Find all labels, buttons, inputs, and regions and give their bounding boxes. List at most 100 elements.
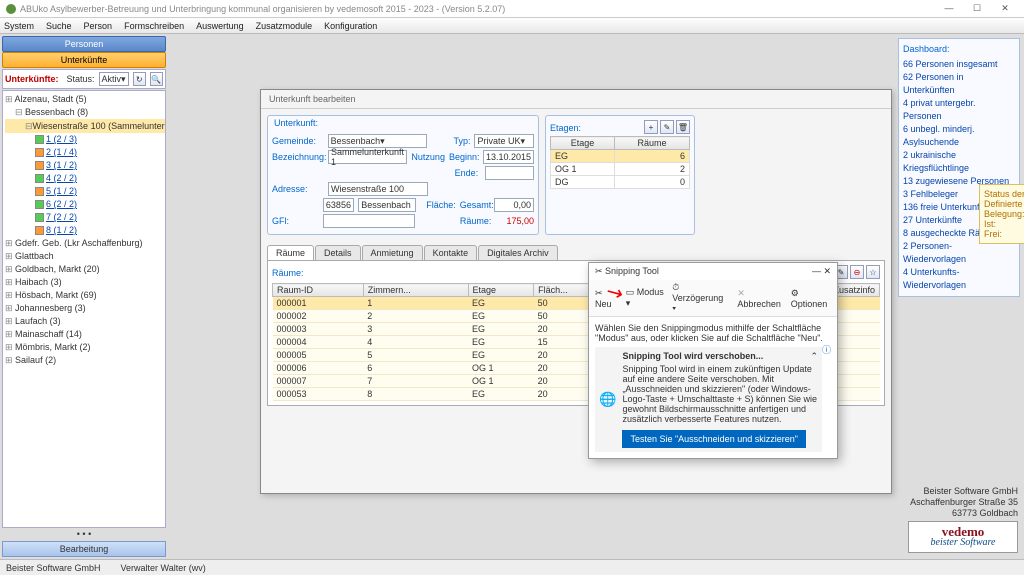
refresh-icon[interactable]: ↻ (133, 72, 146, 86)
menu-system[interactable]: System (4, 21, 34, 31)
tree-node[interactable]: Sailauf (2) (5, 354, 163, 367)
app-icon (6, 4, 16, 14)
menubar: System Suche Person Formschreiben Auswertung… (0, 18, 1024, 34)
search-icon[interactable]: 🔍 (150, 72, 163, 86)
typ-select[interactable]: Private UK ▾ (474, 134, 534, 148)
raeume-value: 175,00 (494, 216, 534, 226)
tabs: RäumeDetailsAnmietungKontakteDigitales A… (267, 245, 885, 261)
snip-info-text: Snipping Tool wird in einem zukünftigen … (622, 364, 818, 424)
snip-optionen[interactable]: ⚙ Optionen (791, 288, 831, 309)
raeume-header: Räume: (272, 268, 304, 278)
filter-row: Unterkünfte: Status: Aktiv ▾ ↻ 🔍 (2, 69, 166, 89)
dialog-title: Unterkunft bearbeiten (261, 90, 891, 109)
tree-node[interactable]: Mainaschaff (14) (5, 328, 163, 341)
vendor-logo: vedemobeister Software (908, 521, 1018, 553)
menu-formschreiben[interactable]: Formschreiben (124, 21, 184, 31)
tree-node[interactable]: 1 (2 / 3) (5, 133, 163, 146)
snip-try-button[interactable]: Testen Sie "Ausschneiden und skizzieren" (622, 430, 805, 448)
etage-delete-icon[interactable]: 🗑 (676, 120, 690, 134)
tab-kontakte[interactable]: Kontakte (424, 245, 478, 260)
menu-auswertung[interactable]: Auswertung (196, 21, 244, 31)
snip-verz[interactable]: ⏱ Verzögerung ▾ (672, 282, 729, 314)
etage-add-icon[interactable]: + (644, 120, 658, 134)
tree-node[interactable]: 8 (1 / 2) (5, 224, 163, 237)
tree-node[interactable]: Johannesberg (3) (5, 302, 163, 315)
status-user: Verwalter Walter (wv) (121, 563, 206, 573)
filter-label: Unterkünfte: (5, 74, 59, 84)
plz-input[interactable]: 63856 (323, 198, 354, 212)
maximize-button[interactable]: ☐ (964, 3, 990, 14)
etagen-header: Etagen: (550, 123, 581, 133)
gesamt-input[interactable]: 0,00 (494, 198, 534, 212)
titlebar: ABUko Asylbewerber-Betreuung und Unterbr… (0, 0, 1024, 18)
bearbeitung-button[interactable]: Bearbeitung (2, 541, 166, 557)
dashboard-header: Dashboard: (903, 43, 1015, 56)
panel-unterkuenfte[interactable]: Unterkünfte (2, 52, 166, 68)
dashboard: Dashboard: 66 Personen insgesamt62 Perso… (898, 38, 1020, 297)
raum-delete-icon[interactable]: ⊖ (850, 265, 864, 279)
tree-node[interactable]: 3 (1 / 2) (5, 159, 163, 172)
tree-node[interactable]: Bessenbach (8) (5, 106, 163, 119)
status-box: Status der Unterkunft: Definierte Räume:… (979, 184, 1024, 244)
globe-icon: 🌐 (599, 391, 616, 408)
snip-min[interactable]: — (812, 266, 821, 276)
group-etagen: Etagen: +✎🗑 EtageRäumeEG6OG 12DG0 (545, 115, 695, 235)
snip-modus[interactable]: ▭ Modus ▾ (626, 287, 665, 309)
tree-node[interactable]: Wiesenstraße 100 (Sammelunterkunft 1)... (5, 119, 166, 133)
tree-node[interactable]: Glattbach (5, 250, 163, 263)
beginn-input[interactable]: 13.10.2015 (483, 150, 534, 164)
tree[interactable]: Alzenau, Stadt (5)Bessenbach (8)Wiesenst… (2, 90, 166, 528)
gemeinde-select[interactable]: Bessenbach ▾ (328, 134, 427, 148)
status-label: Status: (67, 74, 95, 84)
dashboard-item[interactable]: 4 privat untergebr. Personen (903, 97, 1015, 123)
menu-suche[interactable]: Suche (46, 21, 72, 31)
dashboard-item[interactable]: 62 Personen in Unterkünften (903, 71, 1015, 97)
menu-person[interactable]: Person (84, 21, 113, 31)
adresse-input[interactable]: Wiesenstraße 100 (328, 182, 428, 196)
gfl-input[interactable] (323, 214, 415, 228)
snip-help-icon[interactable]: ⓘ (822, 343, 831, 356)
snip-info-header: Snipping Tool wird verschoben... (622, 351, 763, 362)
vendor-info: Beister Software GmbHAschaffenburger Str… (908, 486, 1018, 553)
snip-abbrechen: ✕ Abbrechen (737, 288, 782, 309)
ende-input[interactable] (485, 166, 534, 180)
tab-digitales archiv[interactable]: Digitales Archiv (478, 245, 558, 260)
dashboard-item[interactable]: 2 ukrainische Kriegsflüchtlinge (903, 149, 1015, 175)
snip-close[interactable]: ✕ (823, 266, 831, 276)
raum-export-icon[interactable]: ☆ (866, 265, 880, 279)
tab-anmietung[interactable]: Anmietung (362, 245, 423, 260)
tree-node[interactable]: Mömbris, Markt (2) (5, 341, 163, 354)
etagen-table[interactable]: EtageRäumeEG6OG 12DG0 (550, 136, 690, 189)
bezeichnung-input[interactable]: Sammelunterkunft 1 (328, 150, 407, 164)
tab-räume[interactable]: Räume (267, 245, 314, 260)
snip-title: Snipping Tool (605, 266, 659, 276)
app-title: ABUko Asylbewerber-Betreuung und Unterbr… (20, 4, 936, 14)
snip-collapse[interactable]: ⌃ (810, 351, 818, 362)
tree-node[interactable]: 2 (1 / 4) (5, 146, 163, 159)
close-button[interactable]: ✕ (992, 3, 1018, 14)
tree-node[interactable]: 5 (1 / 2) (5, 185, 163, 198)
tree-node[interactable]: 6 (2 / 2) (5, 198, 163, 211)
tree-node[interactable]: Goldbach, Markt (20) (5, 263, 163, 276)
tree-node[interactable]: Alzenau, Stadt (5) (5, 93, 163, 106)
dashboard-item[interactable]: 4 Unterkunfts-Wiedervorlagen (903, 266, 1015, 292)
tab-details[interactable]: Details (315, 245, 361, 260)
etage-edit-icon[interactable]: ✎ (660, 120, 674, 134)
minimize-button[interactable]: — (936, 3, 962, 14)
menu-konfiguration[interactable]: Konfiguration (324, 21, 377, 31)
tree-node[interactable]: 7 (2 / 2) (5, 211, 163, 224)
tree-node[interactable]: 4 (2 / 2) (5, 172, 163, 185)
snipping-tool-window: ✂ Snipping Tool— ✕ ✂ Neu ▭ Modus ▾ ⏱ Ver… (588, 262, 838, 459)
status-select[interactable]: Aktiv ▾ (99, 72, 129, 86)
tree-node[interactable]: Laufach (3) (5, 315, 163, 328)
snip-neu[interactable]: ✂ Neu (595, 288, 618, 309)
tree-node[interactable]: Hösbach, Markt (69) (5, 289, 163, 302)
panel-personen[interactable]: Personen (2, 36, 166, 52)
dashboard-item[interactable]: 6 unbegl. minderj. Asylsuchende (903, 123, 1015, 149)
status-header: Status der Unterkunft: (984, 189, 1024, 199)
menu-zusatzmodule[interactable]: Zusatzmodule (256, 21, 313, 31)
tree-node[interactable]: Gdefr. Geb. (Lkr Aschaffenburg) (5, 237, 163, 250)
ort-input[interactable]: Bessenbach (358, 198, 415, 212)
tree-node[interactable]: Haibach (3) (5, 276, 163, 289)
dashboard-item[interactable]: 66 Personen insgesamt (903, 58, 1015, 71)
